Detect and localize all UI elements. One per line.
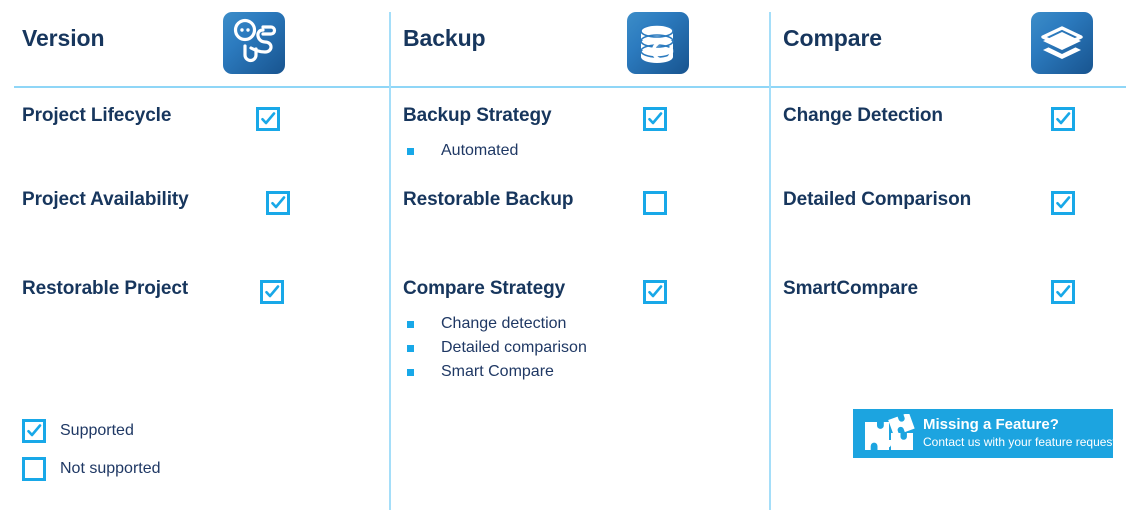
legend: Supported Not supported [22,412,161,488]
column-divider-2 [769,12,771,510]
feature-row: Backup Strategy Automated [403,105,761,189]
feature-row: Project Availability [22,189,380,278]
feature-row: SmartCompare [783,278,1131,308]
feature-label: Change Detection [783,105,943,126]
checkbox-checked[interactable] [266,191,290,215]
feature-checkbox[interactable] [260,280,284,304]
feature-checkbox[interactable] [266,191,290,215]
banner-title: Missing a Feature? [923,416,1059,433]
feature-checkbox[interactable] [643,107,667,131]
page-title: Version [22,25,105,51]
feature-row: Project Lifecycle [22,105,380,189]
subitem-label: Smart Compare [441,363,554,380]
list-item: Automated [403,139,761,163]
feature-checkbox[interactable] [643,280,667,304]
feature-subitem-list: Change detection Detailed comparison Sma… [403,312,761,384]
feature-label: Project Lifecycle [22,105,172,126]
layers-stack-icon [1031,12,1093,74]
feature-list-compare: Change Detection Detailed Comparison Sma… [783,105,1131,308]
list-item: Smart Compare [403,360,761,384]
column-backup: Backup Backup Strategy Automated Restora… [401,0,761,513]
feature-checkbox[interactable] [1051,191,1075,215]
feature-label: Restorable Project [22,278,189,299]
bullet-icon [407,369,414,376]
database-restore-icon [627,12,689,74]
column-header-backup: Backup [401,0,761,86]
feature-checkbox[interactable] [1051,280,1075,304]
bullet-icon [407,345,414,352]
bullet-icon [407,321,414,328]
banner-text-block: Missing a Feature? Contact us with your … [923,415,1113,451]
feature-label: SmartCompare [783,278,919,299]
legend-row-supported: Supported [22,412,161,450]
legend-label-supported: Supported [60,422,134,439]
checkbox-checked[interactable] [256,107,280,131]
feature-label: Detailed Comparison [783,189,972,210]
column-header-compare: Compare [781,0,1131,86]
feature-row: Restorable Backup [403,189,761,278]
checkbox-unchecked[interactable] [643,191,667,215]
page-title: Backup [403,25,486,51]
subitem-label: Detailed comparison [441,339,587,356]
feature-list-version: Project Lifecycle Project Availability R… [22,105,380,308]
feature-row: Restorable Project [22,278,380,308]
feature-label: Compare Strategy [403,278,566,299]
feature-checkbox[interactable] [643,191,667,215]
subitem-label: Change detection [441,315,567,332]
feature-row: Compare Strategy Change detection Detail… [403,278,761,384]
feature-label: Restorable Backup [403,189,574,210]
feature-row: Detailed Comparison [783,189,1131,278]
legend-row-not-supported: Not supported [22,450,161,488]
bullet-icon [407,148,414,155]
feature-label: Backup Strategy [403,105,552,126]
missing-feature-banner[interactable]: Missing a Feature? Contact us with your … [853,409,1113,458]
feature-subitem-list: Automated [403,139,761,163]
checkbox-checked[interactable] [1051,191,1075,215]
subitem-label: Automated [441,142,519,159]
feature-label: Project Availability [22,189,189,210]
column-divider-1 [389,12,391,510]
feature-row: Change Detection [783,105,1131,189]
checkbox-checked[interactable] [1051,280,1075,304]
column-header-version: Version [20,0,380,86]
checkbox-checked[interactable] [643,280,667,304]
checkbox-checked[interactable] [643,107,667,131]
feature-checkbox[interactable] [1051,107,1075,131]
checkbox-checked[interactable] [260,280,284,304]
feature-checkbox[interactable] [256,107,280,131]
page-title: Compare [783,25,882,51]
checkbox-checked [22,419,46,443]
list-item: Change detection [403,312,761,336]
puzzle-pieces-icon [861,412,917,454]
list-item: Detailed comparison [403,336,761,360]
version-branch-icon [223,12,285,74]
feature-list-backup: Backup Strategy Automated Restorable Bac… [403,105,761,384]
checkbox-checked[interactable] [1051,107,1075,131]
legend-label-not-supported: Not supported [60,460,161,477]
banner-subtitle: Contact us with your feature request! [923,435,1113,449]
checkbox-unchecked [22,457,46,481]
